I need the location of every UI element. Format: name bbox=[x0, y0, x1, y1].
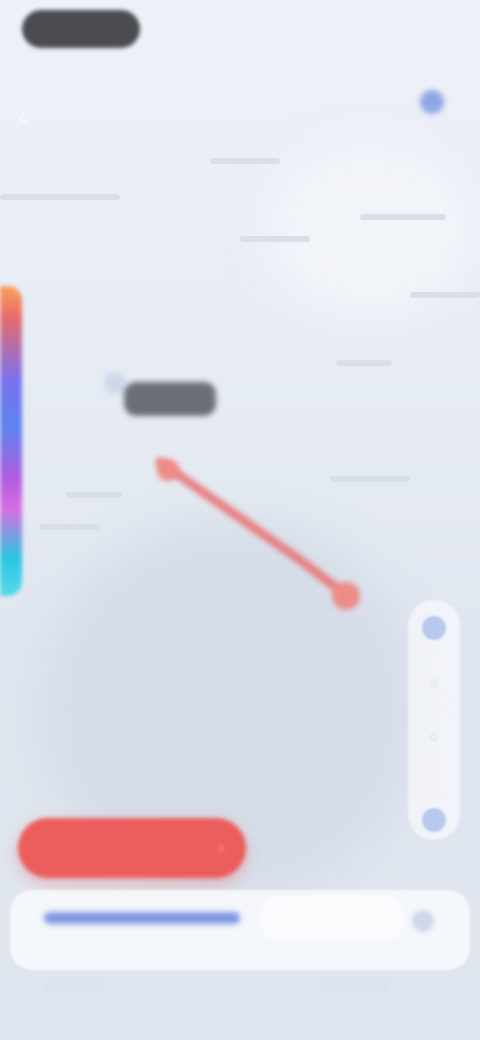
back-icon[interactable]: ‹ bbox=[18, 96, 78, 136]
divider bbox=[0, 194, 120, 200]
zoom-icon[interactable] bbox=[422, 808, 446, 832]
bottom-input-field[interactable] bbox=[262, 896, 402, 940]
compass-icon[interactable]: ○ bbox=[422, 726, 446, 750]
primary-action-button[interactable]: › bbox=[18, 818, 246, 878]
layers-icon[interactable]: ○ bbox=[422, 672, 446, 696]
settings-icon[interactable] bbox=[412, 910, 434, 932]
nav-item[interactable] bbox=[44, 982, 104, 992]
bottom-nav bbox=[0, 976, 480, 1040]
divider bbox=[66, 492, 122, 498]
route-start-marker bbox=[157, 459, 179, 481]
map-controls: ○ ○ bbox=[408, 600, 460, 840]
divider bbox=[330, 476, 410, 482]
status-time-pill bbox=[22, 10, 140, 48]
status-bar bbox=[0, 0, 480, 80]
nav-item[interactable] bbox=[320, 982, 390, 992]
divider bbox=[240, 236, 310, 242]
app-screen: ‹ ○ ○ › bbox=[0, 0, 480, 1040]
account-icon[interactable] bbox=[420, 90, 444, 114]
divider bbox=[40, 524, 100, 530]
divider bbox=[410, 292, 480, 298]
locate-icon[interactable] bbox=[422, 616, 446, 640]
divider bbox=[360, 214, 446, 220]
map-tag[interactable] bbox=[124, 382, 216, 416]
divider bbox=[336, 360, 392, 366]
chevron-right-icon: › bbox=[218, 838, 224, 858]
divider bbox=[210, 158, 280, 164]
pin-icon[interactable] bbox=[104, 372, 126, 394]
bottom-link[interactable] bbox=[44, 912, 240, 924]
category-rail[interactable] bbox=[0, 286, 22, 596]
